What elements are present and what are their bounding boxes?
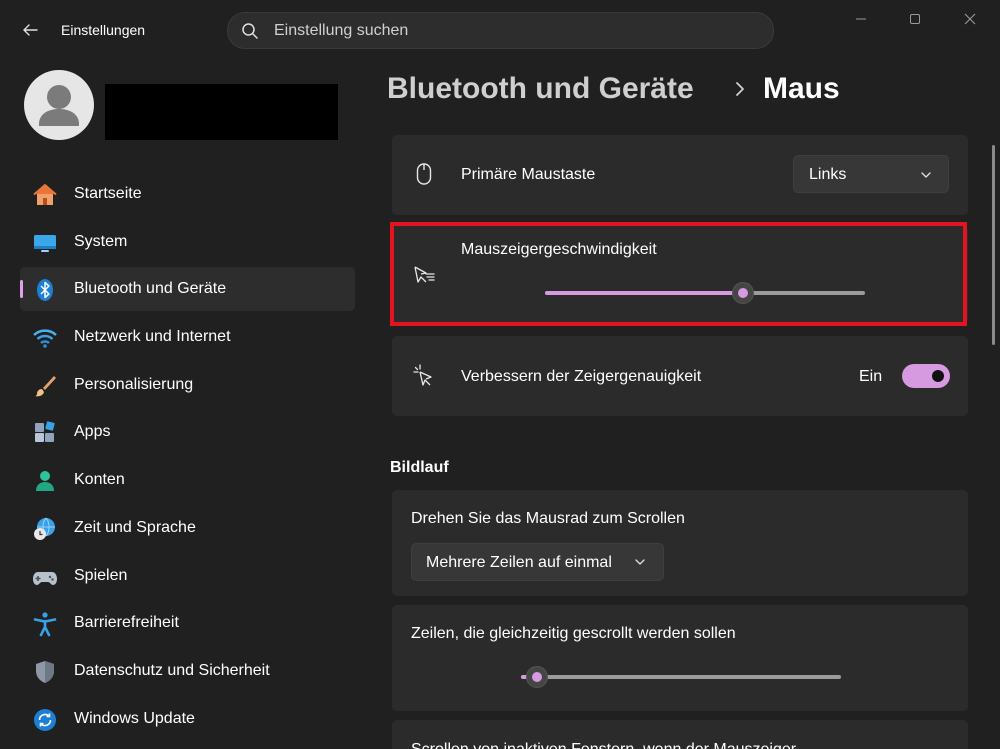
sidebar-item-label: Datenschutz und Sicherheit — [74, 661, 270, 679]
sidebar-item-startseite[interactable]: Startseite — [20, 172, 355, 216]
sidebar-item-netzwerk[interactable]: Netzwerk und Internet — [20, 315, 355, 359]
bluetooth-icon — [37, 279, 53, 302]
sidebar-item-label: System — [74, 232, 128, 250]
app-title: Einstellungen — [61, 22, 146, 38]
sidebar-item-apps[interactable]: Apps — [20, 410, 355, 454]
search-icon — [242, 23, 258, 39]
primary-button-label: Primäre Maustaste — [461, 166, 596, 183]
chevron-down-icon — [635, 559, 645, 565]
active-indicator — [20, 280, 23, 299]
close-icon — [964, 13, 976, 25]
primary-button-card: Primäre Maustaste Links — [392, 135, 968, 215]
precision-toggle[interactable] — [902, 364, 950, 388]
toggle-knob — [932, 370, 944, 382]
sidebar-item-label: Spielen — [74, 566, 128, 584]
sidebar-item-konten[interactable]: Konten — [20, 458, 355, 502]
maximize-button[interactable] — [900, 8, 930, 30]
globe-clock-icon — [34, 517, 55, 540]
account-icon — [36, 471, 54, 492]
dropdown-value: Mehrere Zeilen auf einmal — [426, 554, 612, 571]
breadcrumb-parent[interactable]: Bluetooth und Geräte — [387, 72, 694, 106]
sidebar-item-label: Netzwerk und Internet — [74, 328, 231, 346]
close-button[interactable] — [955, 8, 985, 30]
sidebar-item-system[interactable]: System — [20, 220, 355, 264]
scroll-lines-slider[interactable] — [521, 666, 841, 688]
toggle-state-label: Ein — [859, 368, 883, 385]
dropdown-value: Links — [809, 166, 847, 183]
sidebar-item-label: Startseite — [74, 185, 142, 202]
precision-label: Verbessern der Zeigergenauigkeit — [461, 368, 702, 385]
update-icon — [34, 708, 56, 731]
sidebar-item-label: Windows Update — [74, 709, 195, 727]
sidebar-item-label: Barrierefreiheit — [74, 614, 179, 632]
gamepad-icon — [33, 571, 57, 585]
arrow-left-icon — [23, 24, 38, 36]
scroll-mode-label: Drehen Sie das Mausrad zum Scrollen — [411, 510, 685, 527]
chevron-down-icon — [921, 172, 931, 178]
sidebar-item-spielen[interactable]: Spielen — [20, 554, 355, 598]
sidebar-item-datenschutz[interactable]: Datenschutz und Sicherheit — [20, 649, 355, 693]
sidebar-item-bluetooth[interactable]: Bluetooth und Geräte — [20, 267, 355, 312]
paintbrush-icon — [35, 375, 56, 397]
scroll-mode-dropdown[interactable]: Mehrere Zeilen auf einmal — [411, 543, 664, 581]
person-icon — [39, 85, 79, 126]
sidebar-item-label: Apps — [74, 423, 111, 441]
back-button[interactable] — [14, 14, 46, 46]
sidebar-item-zeit-sprache[interactable]: Zeit und Sprache — [20, 506, 355, 550]
search-input[interactable] — [274, 19, 754, 43]
inactive-scroll-label: Scrollen von inaktiven Fenstern, wenn de… — [411, 741, 796, 749]
maximize-icon — [910, 14, 920, 24]
monitor-icon — [34, 234, 56, 252]
title-bar: Einstellungen — [0, 0, 1000, 60]
precision-card: Verbessern der Zeigergenauigkeit Ein — [392, 336, 968, 416]
redacted-user-name — [105, 84, 338, 140]
minimize-button[interactable] — [846, 8, 876, 30]
home-icon — [33, 184, 57, 205]
sidebar-item-windows-update[interactable]: Windows Update — [20, 697, 355, 741]
sidebar-item-barrierefreiheit[interactable]: Barrierefreiheit — [20, 601, 355, 645]
minimize-icon — [856, 18, 866, 20]
search-box[interactable] — [227, 12, 774, 49]
sidebar-item-label: Konten — [74, 471, 125, 489]
scroll-mode-card: Drehen Sie das Mausrad zum Scrollen Mehr… — [392, 490, 968, 596]
scrollbar[interactable] — [992, 145, 995, 345]
sidebar-item-label: Personalisierung — [74, 375, 194, 393]
chevron-right-icon — [736, 82, 744, 96]
inactive-scroll-card: Scrollen von inaktiven Fenstern, wenn de… — [392, 720, 968, 749]
shield-icon — [36, 660, 54, 683]
scroll-lines-card: Zeilen, die gleichzeitig gescrollt werde… — [392, 605, 968, 711]
pointer-precision-icon — [413, 364, 432, 386]
sidebar-item-personalisierung[interactable]: Personalisierung — [20, 363, 355, 407]
page-title: Maus — [763, 72, 840, 105]
avatar[interactable] — [24, 70, 94, 140]
primary-button-dropdown[interactable]: Links — [793, 155, 949, 193]
mouse-icon — [416, 163, 432, 185]
section-title-bildlauf: Bildlauf — [390, 459, 449, 476]
scroll-lines-label: Zeilen, die gleichzeitig gescrollt werde… — [411, 625, 736, 642]
accessibility-icon — [33, 612, 57, 637]
sidebar-item-label: Bluetooth und Geräte — [74, 280, 227, 298]
slider-thumb[interactable] — [526, 666, 548, 688]
sidebar-item-label: Zeit und Sprache — [74, 518, 196, 536]
wifi-icon — [33, 329, 57, 348]
sidebar-nav: Startseite System Bluetooth und Geräte N… — [20, 172, 355, 744]
highlight-box — [390, 222, 967, 326]
apps-icon — [35, 421, 55, 443]
